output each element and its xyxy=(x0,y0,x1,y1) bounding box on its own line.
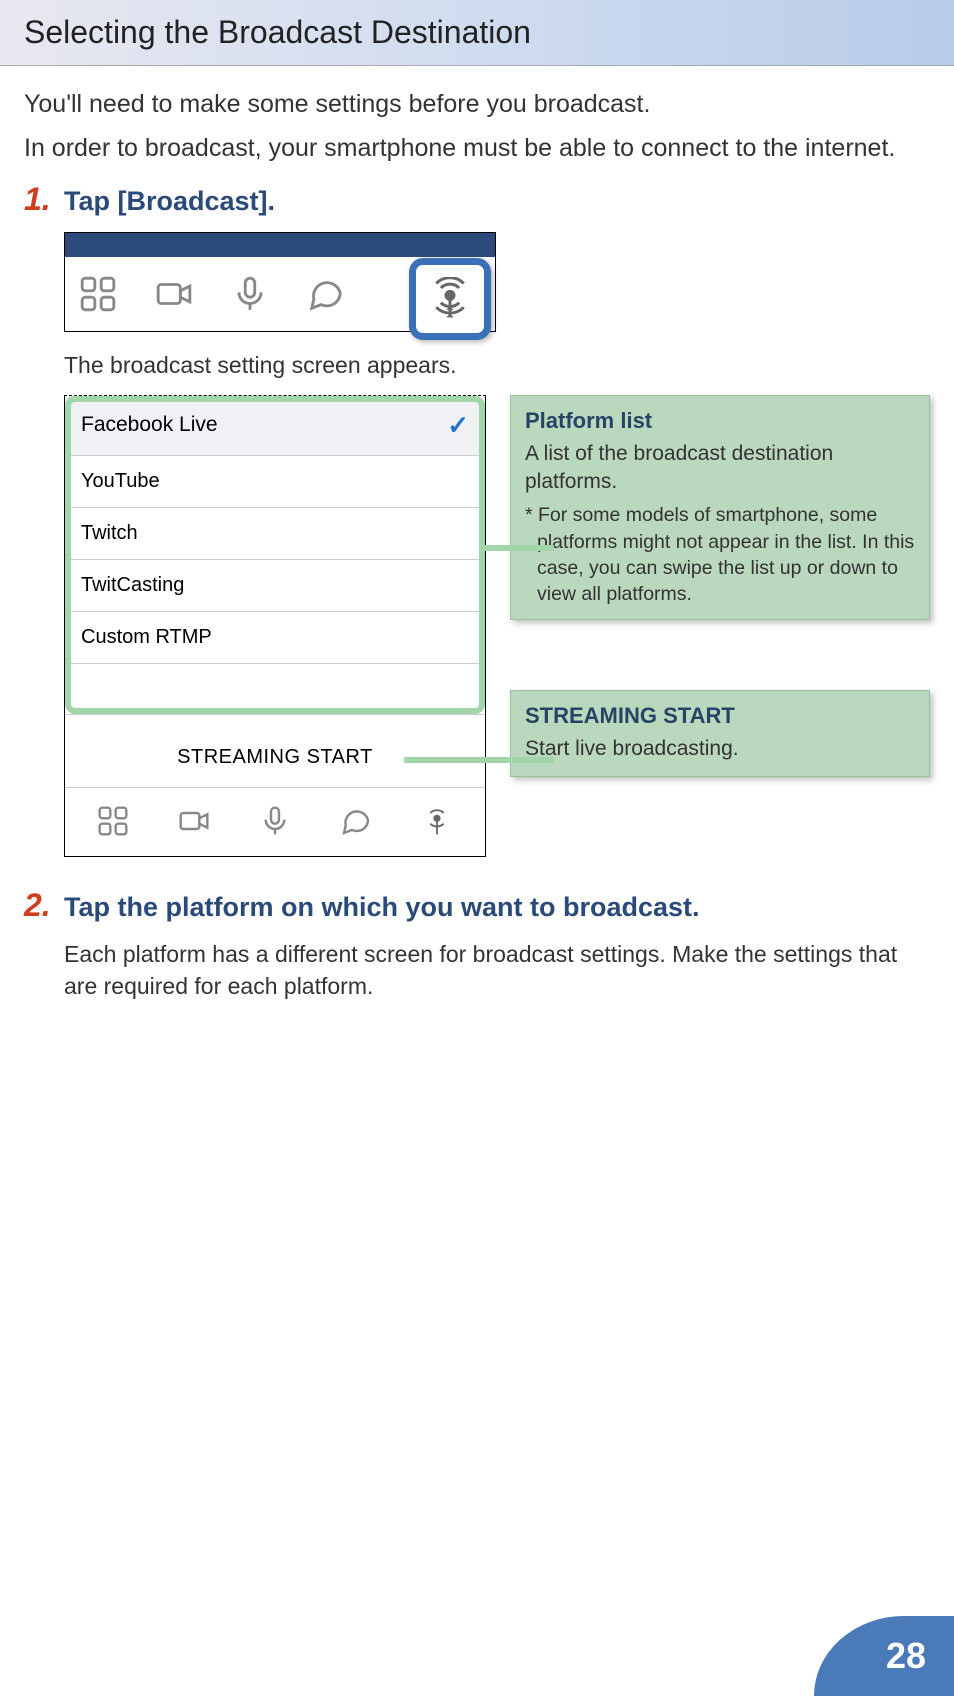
step-1: 1. Tap [Broadcast]. xyxy=(24,181,930,857)
callout-text: Start live broadcasting. xyxy=(525,735,915,763)
step-1-title: Tap [Broadcast]. xyxy=(64,186,275,217)
intro-line-2: In order to broadcast, your smartphone m… xyxy=(24,130,930,166)
platform-label: Custom RTMP xyxy=(81,626,212,649)
callout-title: STREAMING START xyxy=(525,703,915,729)
callout-note: * For some models of smartphone, some pl… xyxy=(525,502,915,607)
callout-title: Platform list xyxy=(525,408,915,434)
page-title-bar: Selecting the Broadcast Destination xyxy=(0,0,954,66)
platform-label: TwitCasting xyxy=(81,574,184,597)
checkmark-icon: ✓ xyxy=(447,410,469,441)
bottom-toolbar xyxy=(65,788,485,856)
step-1-number: 1. xyxy=(24,181,54,218)
platform-label: Twitch xyxy=(81,522,138,545)
platform-label: YouTube xyxy=(81,470,160,493)
step-2-description: Each platform has a different screen for… xyxy=(64,938,930,1002)
platform-row-twitcasting[interactable]: TwitCasting xyxy=(65,560,485,612)
platform-row-custom-rtmp[interactable]: Custom RTMP xyxy=(65,612,485,664)
mic-icon[interactable] xyxy=(250,796,300,846)
platform-list[interactable]: Facebook Live ✓ YouTube Twitch TwitCasti… xyxy=(65,396,485,664)
step-2-title: Tap the platform on which you want to br… xyxy=(64,892,700,923)
toolbar-screenshot xyxy=(64,232,496,332)
step-2: 2. Tap the platform on which you want to… xyxy=(24,887,930,1002)
step-1-caption: The broadcast setting screen appears. xyxy=(64,352,930,379)
broadcast-icon-highlight[interactable] xyxy=(409,258,491,340)
camera-icon xyxy=(149,269,199,319)
page-number: 28 xyxy=(886,1635,926,1677)
broadcast-icon[interactable] xyxy=(412,796,462,846)
callout-text: A list of the broadcast destination plat… xyxy=(525,440,915,497)
callout-platform-list: Platform list A list of the broadcast de… xyxy=(510,395,930,621)
step-2-number: 2. xyxy=(24,887,54,924)
platform-label: Facebook Live xyxy=(81,413,218,437)
grid-icon xyxy=(73,269,123,319)
platform-row-youtube[interactable]: YouTube xyxy=(65,456,485,508)
camera-icon[interactable] xyxy=(169,796,219,846)
connector-line xyxy=(484,545,554,551)
page-number-badge: 28 xyxy=(814,1616,954,1696)
intro-line-1: You'll need to make some settings before… xyxy=(24,86,930,122)
broadcast-settings-screenshot: Facebook Live ✓ YouTube Twitch TwitCasti… xyxy=(64,395,486,857)
platform-row-twitch[interactable]: Twitch xyxy=(65,508,485,560)
grid-icon[interactable] xyxy=(88,796,138,846)
chat-icon[interactable] xyxy=(331,796,381,846)
callout-streaming-start: STREAMING START Start live broadcasting. xyxy=(510,690,930,776)
mic-icon xyxy=(225,269,275,319)
page-title: Selecting the Broadcast Destination xyxy=(24,14,531,50)
platform-row-facebook[interactable]: Facebook Live ✓ xyxy=(65,396,485,456)
chat-icon xyxy=(301,269,351,319)
connector-line xyxy=(404,757,554,763)
